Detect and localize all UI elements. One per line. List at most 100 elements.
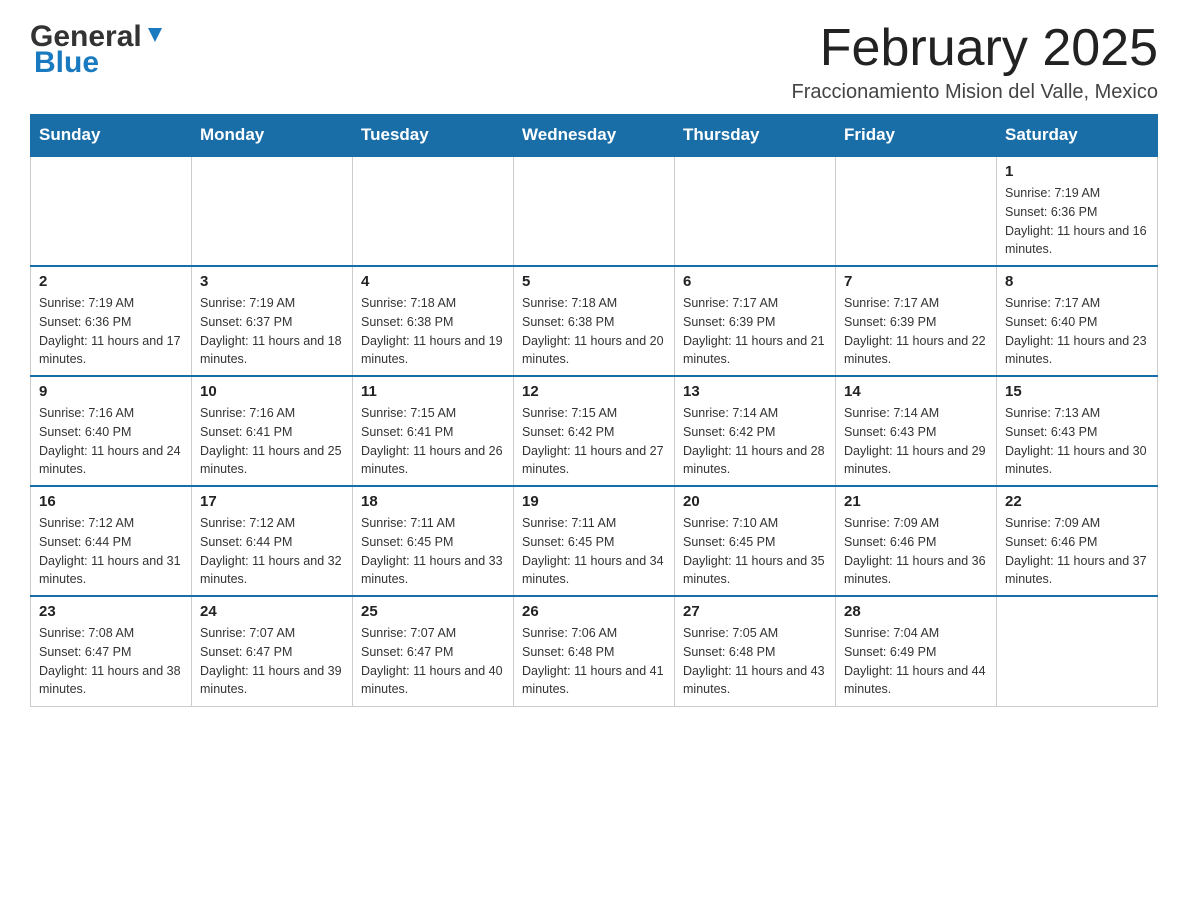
calendar-cell: 12 Sunrise: 7:15 AMSunset: 6:42 PMDayligh… — [514, 376, 675, 486]
day-number: 24 — [200, 603, 344, 620]
page-title: February 2025 — [792, 20, 1158, 77]
day-info: Sunrise: 7:08 AMSunset: 6:47 PMDaylight:… — [39, 624, 183, 699]
day-number: 2 — [39, 273, 183, 290]
day-number: 17 — [200, 493, 344, 510]
day-number: 7 — [844, 273, 988, 290]
col-saturday: Saturday — [997, 115, 1158, 157]
day-info: Sunrise: 7:14 AMSunset: 6:43 PMDaylight:… — [844, 404, 988, 479]
col-sunday: Sunday — [31, 115, 192, 157]
calendar-cell: 23 Sunrise: 7:08 AMSunset: 6:47 PMDayligh… — [31, 596, 192, 706]
calendar-cell: 8 Sunrise: 7:17 AMSunset: 6:40 PMDaylight… — [997, 266, 1158, 376]
day-info: Sunrise: 7:04 AMSunset: 6:49 PMDaylight:… — [844, 624, 988, 699]
calendar-cell: 3 Sunrise: 7:19 AMSunset: 6:37 PMDaylight… — [192, 266, 353, 376]
day-info: Sunrise: 7:06 AMSunset: 6:48 PMDaylight:… — [522, 624, 666, 699]
calendar-cell — [353, 156, 514, 266]
day-number: 14 — [844, 383, 988, 400]
col-wednesday: Wednesday — [514, 115, 675, 157]
day-info: Sunrise: 7:17 AMSunset: 6:40 PMDaylight:… — [1005, 294, 1149, 369]
day-number: 5 — [522, 273, 666, 290]
day-number: 18 — [361, 493, 505, 510]
day-info: Sunrise: 7:16 AMSunset: 6:41 PMDaylight:… — [200, 404, 344, 479]
day-info: Sunrise: 7:18 AMSunset: 6:38 PMDaylight:… — [522, 294, 666, 369]
col-tuesday: Tuesday — [353, 115, 514, 157]
calendar-cell: 16 Sunrise: 7:12 AMSunset: 6:44 PMDayligh… — [31, 486, 192, 596]
calendar-cell: 6 Sunrise: 7:17 AMSunset: 6:39 PMDaylight… — [675, 266, 836, 376]
day-info: Sunrise: 7:15 AMSunset: 6:42 PMDaylight:… — [522, 404, 666, 479]
day-number: 28 — [844, 603, 988, 620]
day-info: Sunrise: 7:13 AMSunset: 6:43 PMDaylight:… — [1005, 404, 1149, 479]
calendar-cell: 17 Sunrise: 7:12 AMSunset: 6:44 PMDayligh… — [192, 486, 353, 596]
calendar-cell: 18 Sunrise: 7:11 AMSunset: 6:45 PMDayligh… — [353, 486, 514, 596]
calendar-cell: 11 Sunrise: 7:15 AMSunset: 6:41 PMDayligh… — [353, 376, 514, 486]
week-row-5: 23 Sunrise: 7:08 AMSunset: 6:47 PMDayligh… — [31, 596, 1158, 706]
day-number: 22 — [1005, 493, 1149, 510]
calendar-cell: 4 Sunrise: 7:18 AMSunset: 6:38 PMDaylight… — [353, 266, 514, 376]
calendar-cell: 27 Sunrise: 7:05 AMSunset: 6:48 PMDayligh… — [675, 596, 836, 706]
day-number: 19 — [522, 493, 666, 510]
day-number: 3 — [200, 273, 344, 290]
day-info: Sunrise: 7:14 AMSunset: 6:42 PMDaylight:… — [683, 404, 827, 479]
calendar-cell — [836, 156, 997, 266]
day-number: 23 — [39, 603, 183, 620]
day-info: Sunrise: 7:10 AMSunset: 6:45 PMDaylight:… — [683, 514, 827, 589]
col-friday: Friday — [836, 115, 997, 157]
calendar-cell: 10 Sunrise: 7:16 AMSunset: 6:41 PMDayligh… — [192, 376, 353, 486]
page-subtitle: Fraccionamiento Mision del Valle, Mexico — [792, 81, 1158, 104]
day-info: Sunrise: 7:11 AMSunset: 6:45 PMDaylight:… — [361, 514, 505, 589]
day-number: 26 — [522, 603, 666, 620]
week-row-2: 2 Sunrise: 7:19 AMSunset: 6:36 PMDaylight… — [31, 266, 1158, 376]
day-info: Sunrise: 7:15 AMSunset: 6:41 PMDaylight:… — [361, 404, 505, 479]
day-number: 27 — [683, 603, 827, 620]
logo-arrow-icon — [144, 24, 166, 46]
day-info: Sunrise: 7:09 AMSunset: 6:46 PMDaylight:… — [844, 514, 988, 589]
page-header: General Blue February 2025 Fraccionamien… — [30, 20, 1158, 104]
day-number: 10 — [200, 383, 344, 400]
calendar-cell — [997, 596, 1158, 706]
day-number: 20 — [683, 493, 827, 510]
logo: General Blue — [30, 20, 166, 80]
calendar-cell: 24 Sunrise: 7:07 AMSunset: 6:47 PMDayligh… — [192, 596, 353, 706]
day-number: 4 — [361, 273, 505, 290]
day-number: 13 — [683, 383, 827, 400]
calendar-cell — [514, 156, 675, 266]
calendar-cell: 25 Sunrise: 7:07 AMSunset: 6:47 PMDayligh… — [353, 596, 514, 706]
calendar-cell: 22 Sunrise: 7:09 AMSunset: 6:46 PMDayligh… — [997, 486, 1158, 596]
day-info: Sunrise: 7:18 AMSunset: 6:38 PMDaylight:… — [361, 294, 505, 369]
day-number: 11 — [361, 383, 505, 400]
calendar-cell: 20 Sunrise: 7:10 AMSunset: 6:45 PMDayligh… — [675, 486, 836, 596]
day-number: 16 — [39, 493, 183, 510]
day-info: Sunrise: 7:07 AMSunset: 6:47 PMDaylight:… — [200, 624, 344, 699]
calendar-cell: 2 Sunrise: 7:19 AMSunset: 6:36 PMDaylight… — [31, 266, 192, 376]
week-row-4: 16 Sunrise: 7:12 AMSunset: 6:44 PMDayligh… — [31, 486, 1158, 596]
week-row-3: 9 Sunrise: 7:16 AMSunset: 6:40 PMDaylight… — [31, 376, 1158, 486]
calendar-cell: 21Sunrise: 7:09 AMSunset: 6:46 PMDayligh… — [836, 486, 997, 596]
week-row-1: 1Sunrise: 7:19 AMSunset: 6:36 PMDaylight… — [31, 156, 1158, 266]
calendar-cell: 9 Sunrise: 7:16 AMSunset: 6:40 PMDaylight… — [31, 376, 192, 486]
day-info: Sunrise: 7:09 AMSunset: 6:46 PMDaylight:… — [1005, 514, 1149, 589]
calendar-cell: 13 Sunrise: 7:14 AMSunset: 6:42 PMDayligh… — [675, 376, 836, 486]
day-info: Sunrise: 7:19 AMSunset: 6:36 PMDaylight:… — [1005, 184, 1149, 259]
col-thursday: Thursday — [675, 115, 836, 157]
day-info: Sunrise: 7:19 AMSunset: 6:37 PMDaylight:… — [200, 294, 344, 369]
calendar-header-row: Sunday Monday Tuesday Wednesday Thursday… — [31, 115, 1158, 157]
calendar-cell: 7Sunrise: 7:17 AMSunset: 6:39 PMDaylight… — [836, 266, 997, 376]
calendar-cell: 19 Sunrise: 7:11 AMSunset: 6:45 PMDayligh… — [514, 486, 675, 596]
day-info: Sunrise: 7:17 AMSunset: 6:39 PMDaylight:… — [683, 294, 827, 369]
day-info: Sunrise: 7:07 AMSunset: 6:47 PMDaylight:… — [361, 624, 505, 699]
day-number: 9 — [39, 383, 183, 400]
logo-blue-text: Blue — [34, 46, 99, 80]
day-info: Sunrise: 7:12 AMSunset: 6:44 PMDaylight:… — [39, 514, 183, 589]
day-number: 8 — [1005, 273, 1149, 290]
day-number: 25 — [361, 603, 505, 620]
day-info: Sunrise: 7:05 AMSunset: 6:48 PMDaylight:… — [683, 624, 827, 699]
day-info: Sunrise: 7:16 AMSunset: 6:40 PMDaylight:… — [39, 404, 183, 479]
day-info: Sunrise: 7:12 AMSunset: 6:44 PMDaylight:… — [200, 514, 344, 589]
day-info: Sunrise: 7:19 AMSunset: 6:36 PMDaylight:… — [39, 294, 183, 369]
day-number: 6 — [683, 273, 827, 290]
calendar-cell: 28 Sunrise: 7:04 AMSunset: 6:49 PMDayligh… — [836, 596, 997, 706]
calendar-cell: 26 Sunrise: 7:06 AMSunset: 6:48 PMDayligh… — [514, 596, 675, 706]
day-info: Sunrise: 7:11 AMSunset: 6:45 PMDaylight:… — [522, 514, 666, 589]
day-number: 12 — [522, 383, 666, 400]
title-section: February 2025 Fraccionamiento Mision del… — [792, 20, 1158, 104]
calendar-table: Sunday Monday Tuesday Wednesday Thursday… — [30, 114, 1158, 707]
